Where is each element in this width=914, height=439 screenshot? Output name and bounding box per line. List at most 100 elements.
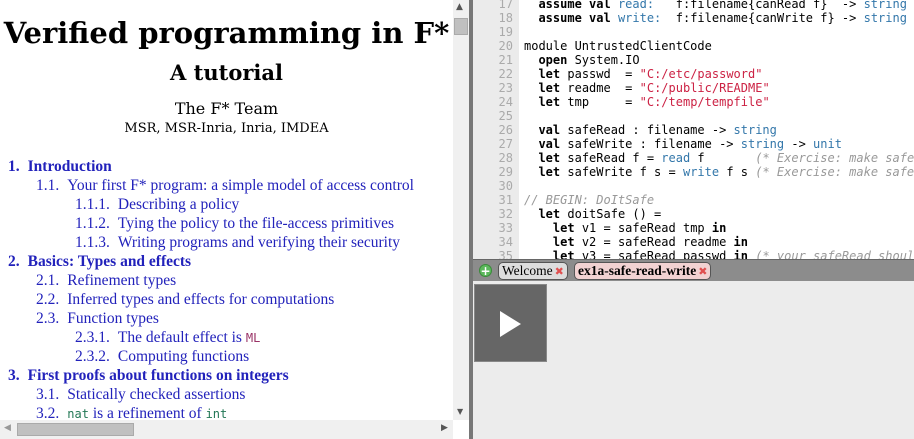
- toc-item[interactable]: 2.1. Refinement types: [0, 271, 453, 290]
- toc-number: 2.3.: [36, 310, 60, 327]
- code-line[interactable]: let safeWrite f s = write f s (* Exercis…: [524, 165, 914, 179]
- doc-affiliations: MSR, MSR-Inria, Inria, IMDEA: [124, 121, 329, 136]
- code-editor[interactable]: 17 18 19 20 21 22 23 24 25 26 27 28 29 30 31 32 33 34 35 a…: [473, 0, 914, 260]
- scroll-left-icon[interactable]: ◀: [4, 423, 11, 433]
- line-number: 25: [498, 109, 513, 123]
- play-icon: [500, 311, 521, 337]
- close-icon[interactable]: ✖: [698, 265, 707, 278]
- code-line[interactable]: open System.IO: [524, 53, 639, 67]
- toc-number: 2.3.2.: [75, 348, 110, 365]
- toc-text: The default effect is: [117, 329, 246, 346]
- line-number: 34: [498, 235, 513, 249]
- toc-item[interactable]: 2.2. Inferred types and effects for compu…: [0, 290, 453, 309]
- code-line[interactable]: // BEGIN: DoItSafe: [524, 193, 654, 207]
- toc-number: 2.2.: [36, 291, 60, 308]
- toc-text: Function types: [67, 310, 159, 327]
- line-number: 17: [498, 0, 513, 11]
- code-line[interactable]: assume val read: f:filename{canRead f} -…: [524, 0, 906, 11]
- toc-item[interactable]: 1.1. Your first F* program: a simple mode…: [0, 176, 453, 195]
- line-number: 31: [498, 193, 513, 207]
- horizontal-scrollbar[interactable]: ◀ ▶: [0, 420, 453, 439]
- toc-text: Tying the policy to the file-access prim…: [117, 215, 394, 232]
- scrollbar-thumb[interactable]: [454, 18, 468, 35]
- toc-item[interactable]: 3. First proofs about functions on intege…: [0, 366, 453, 385]
- toc-code: int: [205, 407, 228, 420]
- toc-number: 1.1.3.: [75, 234, 110, 251]
- toc-text: Computing functions: [117, 348, 250, 365]
- toc-number: 2.: [8, 253, 20, 270]
- line-number: 33: [498, 221, 513, 235]
- toc-code: ML: [245, 331, 261, 345]
- toc-number: 3.2.: [36, 405, 60, 420]
- tab-ex1a-safe-read-write[interactable]: ex1a-safe-read-write ✖: [574, 262, 712, 280]
- code-line[interactable]: let v2 = safeRead readme in: [524, 235, 748, 249]
- scroll-down-icon[interactable]: ▼: [457, 407, 463, 416]
- table-of-contents: 1. Introduction 1.1. Your first F* program:…: [0, 157, 453, 420]
- code-line[interactable]: assume val write: f:filename{canWrite f}…: [524, 11, 914, 25]
- toc-item[interactable]: 2. Basics: Types and effects: [0, 252, 453, 271]
- toc-number: 1.1.1.: [75, 196, 110, 213]
- line-number: 32: [498, 207, 513, 221]
- line-number: 30: [498, 179, 513, 193]
- code-line[interactable]: let passwd = "C:/etc/password": [524, 67, 762, 81]
- line-number: 26: [498, 123, 513, 137]
- code-line[interactable]: let v1 = safeRead tmp in: [524, 221, 726, 235]
- line-number: 29: [498, 165, 513, 179]
- toc-number: 1.1.2.: [75, 215, 110, 232]
- toc-text: First proofs about functions on integers: [27, 367, 289, 384]
- code-line[interactable]: val safeWrite : filename -> string -> un…: [524, 137, 841, 151]
- scroll-up-icon[interactable]: ▲: [456, 2, 463, 12]
- toc-item[interactable]: 1.1.1. Describing a policy: [0, 195, 453, 214]
- scroll-right-icon[interactable]: ▶: [441, 423, 448, 433]
- close-icon[interactable]: ✖: [555, 265, 564, 278]
- toc-item[interactable]: 2.3.2. Computing functions: [0, 347, 453, 366]
- tab-welcome[interactable]: Welcome ✖: [498, 262, 568, 280]
- toc-item[interactable]: 1. Introduction: [0, 157, 453, 176]
- scrollbar-thumb[interactable]: [17, 423, 134, 436]
- line-number-gutter: 17 18 19 20 21 22 23 24 25 26 27 28 29 30 31 32 33 34 35: [473, 0, 519, 260]
- toc-text: Basics: Types and effects: [27, 253, 192, 270]
- line-number: 24: [498, 95, 513, 109]
- tab-label: ex1a-safe-read-write: [578, 263, 697, 278]
- toc-number: 1.: [8, 158, 20, 175]
- toc-item[interactable]: 1.1.3. Writing programs and verifying the…: [0, 233, 453, 252]
- tutorial-document: Verified programming in F* A tutorial Th…: [0, 0, 453, 420]
- line-number: 23: [498, 81, 513, 95]
- tab-label: Welcome: [502, 263, 553, 278]
- code-line[interactable]: module UntrustedClientCode: [524, 39, 712, 53]
- toc-item[interactable]: 1.1.2. Tying the policy to the file-acces…: [0, 214, 453, 233]
- toc-text: Refinement types: [67, 272, 177, 289]
- toc-item[interactable]: 2.3. Function types: [0, 309, 453, 328]
- toc-code: nat: [67, 407, 89, 420]
- tutorial-panel: Verified programming in F* A tutorial Th…: [0, 0, 469, 439]
- toc-item[interactable]: 2.3.1. The default effect is ML: [0, 328, 453, 347]
- toc-text: Introduction: [27, 158, 112, 175]
- line-number: 20: [498, 39, 513, 53]
- code-line[interactable]: let safeRead f = read f (* Exercise: mak…: [524, 151, 914, 165]
- toc-item[interactable]: 3.2. nat is a refinement of int: [0, 404, 453, 420]
- line-number: 27: [498, 137, 513, 151]
- doc-title: Verified programming in F*: [3, 16, 450, 50]
- line-number: 19: [498, 25, 513, 39]
- toc-text: Describing a policy: [117, 196, 240, 213]
- toc-item[interactable]: 3.1. Statically checked assertions: [0, 385, 453, 404]
- line-number: 21: [498, 53, 513, 67]
- code-line[interactable]: val safeRead : filename -> string: [524, 123, 776, 137]
- vertical-scrollbar[interactable]: ▲ ▼: [453, 0, 469, 420]
- doc-author: The F* Team: [174, 99, 279, 118]
- toc-text: Writing programs and verifying their sec…: [117, 234, 401, 251]
- add-tab-button[interactable]: +: [479, 264, 492, 277]
- editor-tab-bar: + Welcome ✖ ex1a-safe-read-write ✖: [473, 259, 914, 281]
- line-number: 22: [498, 67, 513, 81]
- run-button[interactable]: [474, 284, 547, 362]
- line-number: 18: [498, 11, 513, 25]
- code-line[interactable]: let tmp = "C:/temp/tempfile": [524, 95, 769, 109]
- toc-number: 1.1.: [36, 177, 60, 194]
- toc-text: Statically checked assertions: [67, 386, 246, 403]
- toc-number: 3.: [8, 367, 20, 384]
- toc-number: 2.1.: [36, 272, 60, 289]
- toc-number: 3.1.: [36, 386, 60, 403]
- code-line[interactable]: let readme = "C:/public/README": [524, 81, 769, 95]
- toc-text: is a refinement of: [88, 405, 206, 420]
- code-line[interactable]: let doitSafe () =: [524, 207, 661, 221]
